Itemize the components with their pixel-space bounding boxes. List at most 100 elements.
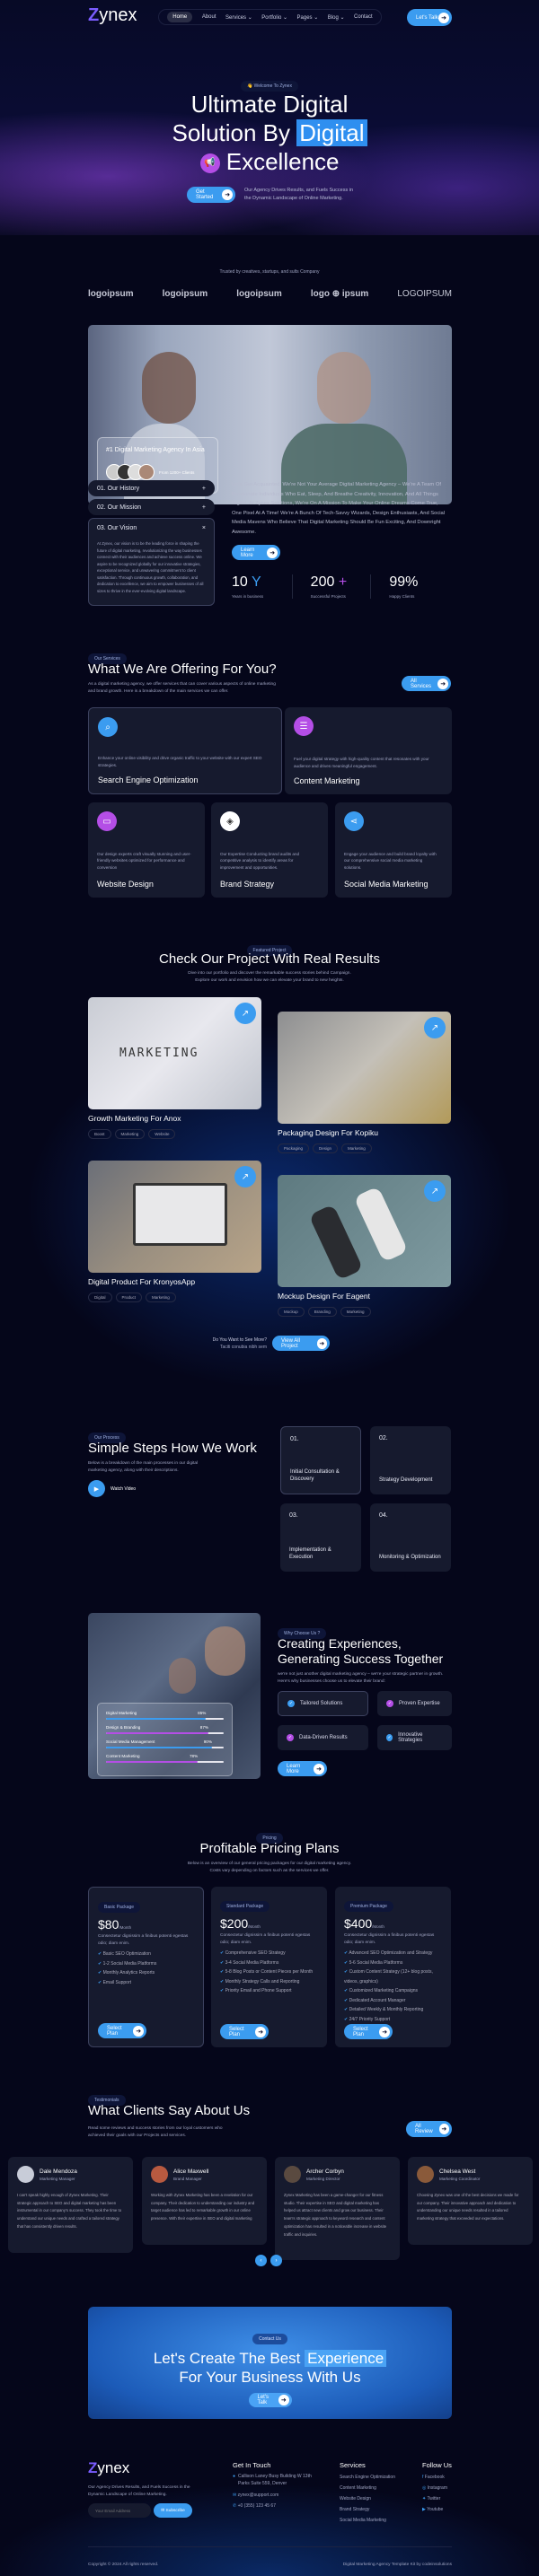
- footer-email[interactable]: ✉ zynex@support.com: [233, 2490, 314, 2501]
- project-title[interactable]: Growth Marketing For Anox: [88, 1114, 181, 1123]
- all-review-button[interactable]: All Review ➜: [406, 2121, 452, 2137]
- footer-logo[interactable]: Zynex: [88, 2459, 129, 2477]
- nav-services[interactable]: Services ⌄: [225, 14, 252, 21]
- nav-contact[interactable]: Contact: [354, 14, 373, 20]
- process-step-card[interactable]: 03. Implementation & Execution: [280, 1503, 361, 1572]
- process-step-card[interactable]: 02. Strategy Development: [370, 1426, 451, 1494]
- select-plan-button[interactable]: Select Plan ➜: [344, 2024, 393, 2039]
- document-icon: ☰: [294, 716, 314, 736]
- feature-item: ✓ Tailored Solutions: [278, 1691, 368, 1716]
- project-tag[interactable]: Product: [115, 1292, 143, 1302]
- watch-video-button[interactable]: ▶ Watch Video: [88, 1480, 136, 1497]
- cta-lets-talk-button[interactable]: Let's Talk ➜: [248, 2393, 292, 2407]
- open-project-arrow-icon[interactable]: ↗: [424, 1180, 446, 1202]
- skill-bar: Content Marketing 78%: [106, 1754, 224, 1763]
- arrow-icon: ➜: [379, 2026, 390, 2037]
- project-image[interactable]: ↗: [88, 1161, 261, 1273]
- footer-contact: Get In Touch ● Callison Laney Busy Buildi…: [233, 2461, 314, 2511]
- project-title[interactable]: Mockup Design For Eagent: [278, 1292, 370, 1301]
- arrow-icon: ➜: [438, 2124, 449, 2134]
- footer-service-link[interactable]: Search Engine Optimization: [340, 2472, 395, 2483]
- footer-phone[interactable]: ✆ +0 (355) 123 45 67: [233, 2501, 314, 2511]
- subscribe-button[interactable]: ✉ Subscribe: [154, 2503, 192, 2518]
- nav-pages[interactable]: Pages ⌄: [297, 14, 319, 21]
- project-tag[interactable]: Digital: [88, 1292, 112, 1302]
- accordion-vision[interactable]: 03. Our Vision × At Zynex, our vision is …: [88, 518, 215, 606]
- view-all-project-button[interactable]: View All Project ➜: [272, 1336, 330, 1351]
- social-link[interactable]: ▶ Youtube: [422, 2504, 452, 2515]
- project-tag[interactable]: Marketing: [341, 1143, 372, 1153]
- main-nav: Home About Services ⌄ Portfolio ⌄ Pages …: [158, 9, 382, 25]
- open-project-arrow-icon[interactable]: ↗: [234, 1003, 256, 1024]
- select-plan-button[interactable]: Select Plan ➜: [220, 2024, 269, 2039]
- nav-portfolio[interactable]: Portfolio ⌄: [261, 14, 287, 21]
- check-icon: ✓: [287, 1700, 295, 1707]
- service-card[interactable]: ▭ Our design experts craft visually stun…: [88, 802, 205, 898]
- about-text: Let's Get Acquainted! We're Not Your Ave…: [232, 482, 446, 535]
- project-tag[interactable]: Design: [313, 1143, 339, 1153]
- footer-service-link[interactable]: Content Marketing: [340, 2483, 395, 2493]
- accordion-mission[interactable]: 02. Our Mission +: [88, 499, 215, 515]
- pricing-card: Premium Package $400/Month Consectetur d…: [335, 1887, 451, 2047]
- projects-glow: [0, 916, 539, 1400]
- plan-badge: Premium Package: [344, 1901, 393, 1912]
- plan-badge: Standard Package: [220, 1901, 270, 1912]
- projects-description: Dive into our portfolio and discover the…: [188, 971, 351, 983]
- plan-feature: Comprehensive SEO Strategy: [220, 1949, 318, 1958]
- project-image[interactable]: ↗: [278, 1175, 451, 1287]
- logo[interactable]: Zynex: [88, 5, 137, 26]
- footer-service-link[interactable]: Social Media Marketing: [340, 2515, 395, 2526]
- plan-price: $400: [344, 1916, 373, 1931]
- nav-about[interactable]: About: [202, 14, 216, 20]
- plan-feature: 1-2 Social Media Platforms: [98, 1959, 194, 1969]
- email-input[interactable]: [88, 2503, 151, 2518]
- project-tag[interactable]: Boost: [88, 1129, 111, 1139]
- testimonial-card: Alice Maxwell Brand Manager Working with …: [142, 2157, 267, 2245]
- get-started-button[interactable]: Get Started ➜: [187, 187, 235, 203]
- credit: Digital Marketing Agency Template Kit by…: [342, 2563, 452, 2567]
- project-tag[interactable]: Mockup: [278, 1307, 305, 1317]
- project-tag[interactable]: Marketing: [340, 1307, 371, 1317]
- why-learn-more-button[interactable]: Learn More ➜: [278, 1761, 327, 1776]
- project-tag[interactable]: Website: [148, 1129, 176, 1139]
- process-description: Below is a breakdown of the main process…: [88, 1461, 199, 1473]
- close-icon[interactable]: ×: [202, 525, 206, 531]
- project-image[interactable]: MARKETING ↗: [88, 997, 261, 1109]
- accordion-history[interactable]: 01. Our History +: [88, 480, 215, 496]
- project-tag[interactable]: Branding: [307, 1307, 337, 1317]
- arrow-icon: ➜: [222, 189, 233, 200]
- open-project-arrow-icon[interactable]: ↗: [234, 1166, 256, 1187]
- project-image[interactable]: ↗: [278, 1012, 451, 1124]
- project-tag[interactable]: Packaging: [278, 1143, 310, 1153]
- project-title[interactable]: Digital Product For KronyosApp: [88, 1277, 195, 1286]
- service-card[interactable]: ◈ Our Expertise Conducting brand audits …: [211, 802, 328, 898]
- service-card[interactable]: ⋖ Engage your audience and build brand l…: [335, 802, 452, 898]
- next-arrow-icon[interactable]: ›: [270, 2255, 282, 2266]
- project-title[interactable]: Packaging Design For Kopiku: [278, 1128, 378, 1137]
- project-tag[interactable]: Marketing: [146, 1292, 176, 1302]
- all-services-button[interactable]: All Services ➜: [402, 676, 451, 691]
- testimonials-title: What Clients Say About Us: [88, 2103, 251, 2118]
- open-project-arrow-icon[interactable]: ↗: [424, 1017, 446, 1038]
- nav-home[interactable]: Home: [167, 12, 193, 22]
- service-card[interactable]: ☰ Fuel your digital strategy with high-q…: [285, 707, 452, 794]
- project-tag[interactable]: Marketing: [114, 1129, 146, 1139]
- process-step-card[interactable]: 04. Monitoring & Optimization: [370, 1503, 451, 1572]
- lets-talk-button[interactable]: Let's Talk ➜: [407, 9, 452, 26]
- social-link[interactable]: f Facebook: [422, 2472, 452, 2483]
- learn-more-button[interactable]: Learn More ➜: [232, 545, 280, 560]
- process-step-card[interactable]: 01. Initial Consultation & Discovery: [280, 1426, 361, 1494]
- footer-service-link[interactable]: Website Design: [340, 2493, 395, 2504]
- select-plan-button[interactable]: Select Plan ➜: [98, 2023, 146, 2038]
- social-link[interactable]: ✦ Twitter: [422, 2493, 452, 2504]
- nav-blog[interactable]: Blog ⌄: [328, 14, 345, 21]
- footer-service-link[interactable]: Brand Strategy: [340, 2504, 395, 2515]
- plan-feature: Monthly Analytics Reports: [98, 1968, 194, 1978]
- pricing-card: Standard Package $200/Month Consectetur …: [211, 1887, 327, 2047]
- testimonial-card: Dale Mendoza Marketing Manager I can't sp…: [8, 2157, 133, 2253]
- process-title: Simple Steps How We Work: [88, 1441, 257, 1456]
- service-card[interactable]: ⌕ Enhance your online visibility and dri…: [88, 707, 282, 794]
- prev-arrow-icon[interactable]: ‹: [255, 2255, 267, 2266]
- social-link[interactable]: ◎ Instagram: [422, 2483, 452, 2493]
- client-logo: logoipsum: [162, 289, 208, 299]
